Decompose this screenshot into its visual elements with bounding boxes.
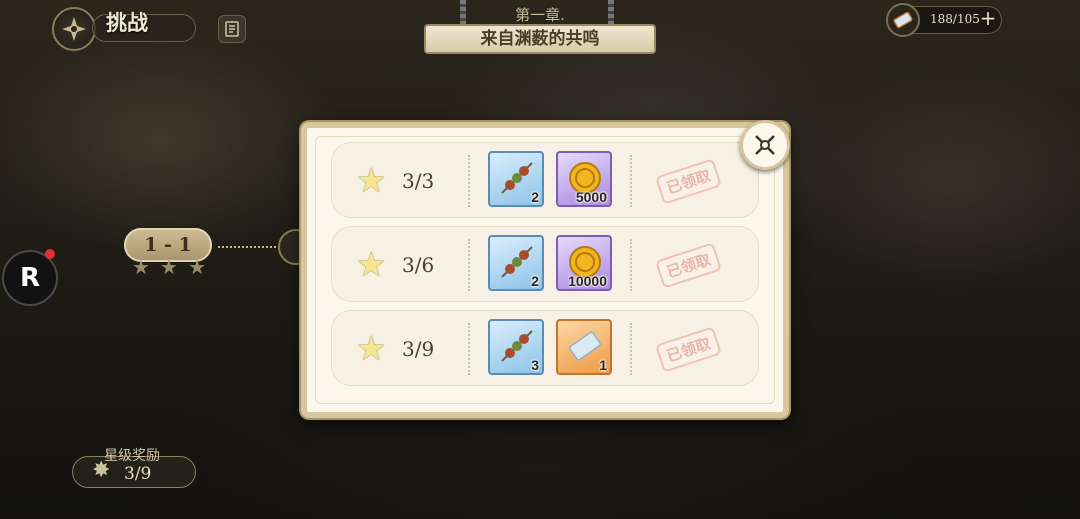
- reward-item-gold[interactable]: 10000: [556, 235, 612, 291]
- reward-row: ★ 3/3 2 5000 已领取: [331, 142, 759, 218]
- divider: [630, 323, 632, 375]
- add-resource-button[interactable]: +: [978, 8, 998, 29]
- star-reward-label: 星级奖励: [104, 448, 160, 464]
- star-reward-dialog: ★ 3/3 2 5000 已领取 ★ 3/6 2 10000 已领取 ★ 3/9…: [301, 122, 789, 418]
- stage-star-icon: ★: [160, 255, 178, 279]
- page-title: 挑战: [106, 10, 148, 35]
- item-quantity: 5000: [575, 189, 607, 205]
- stage-star-icon: ★: [188, 255, 206, 279]
- claimed-label: 已领取: [655, 241, 723, 289]
- chapter-name: 来自渊薮的共鸣: [424, 24, 656, 54]
- back-button[interactable]: [52, 7, 96, 51]
- item-quantity: 1: [599, 357, 607, 373]
- divider: [630, 239, 632, 291]
- star-progress: 3/9: [402, 337, 435, 361]
- stage-stars: ★ ★ ★: [132, 256, 206, 278]
- item-quantity: 3: [531, 357, 539, 373]
- stage-star-icon: ★: [132, 255, 150, 279]
- claimed-label: 已领取: [655, 157, 723, 205]
- item-quantity: 10000: [568, 273, 607, 289]
- reward-item-ticket[interactable]: 1: [556, 319, 612, 375]
- claimed-stamp: 已领取: [652, 153, 726, 209]
- reward-item-skewer[interactable]: 3: [488, 319, 544, 375]
- star-reward-value: 3/9: [124, 464, 152, 484]
- claimed-stamp: 已领取: [652, 237, 726, 293]
- chapter-number: 第一章.: [515, 6, 565, 24]
- divider: [630, 155, 632, 207]
- item-quantity: 2: [531, 189, 539, 205]
- star-progress: 3/6: [402, 253, 435, 277]
- divider: [468, 239, 470, 291]
- info-button[interactable]: [218, 15, 246, 43]
- claimed-stamp: 已领取: [652, 321, 726, 377]
- reward-item-skewer[interactable]: 2: [488, 151, 544, 207]
- star-icon: ★: [356, 245, 387, 285]
- close-icon: [755, 135, 775, 155]
- reward-item-skewer[interactable]: 2: [488, 235, 544, 291]
- claimed-label: 已领取: [655, 325, 723, 373]
- map-path: [218, 246, 276, 248]
- close-button[interactable]: [740, 120, 790, 170]
- document-icon: [225, 21, 239, 37]
- star-icon: ★: [356, 329, 387, 369]
- chapter-sign: 第一章. 来自渊薮的共鸣: [418, 0, 662, 58]
- divider: [468, 323, 470, 375]
- star-icon: ✸: [92, 458, 111, 483]
- reward-row: ★ 3/9 3 1 已领取: [331, 310, 759, 386]
- star-icon: ★: [356, 161, 387, 201]
- compass-back-icon: [62, 17, 86, 41]
- notification-dot: [45, 249, 55, 259]
- divider: [468, 155, 470, 207]
- reward-item-gold[interactable]: 5000: [556, 151, 612, 207]
- item-quantity: 2: [531, 273, 539, 289]
- ticket-icon: [893, 11, 913, 29]
- resource-icon-badge: [886, 3, 920, 37]
- reward-row: ★ 3/6 2 10000 已领取: [331, 226, 759, 302]
- resource-value: 188/105: [930, 12, 980, 26]
- star-progress: 3/3: [402, 169, 435, 193]
